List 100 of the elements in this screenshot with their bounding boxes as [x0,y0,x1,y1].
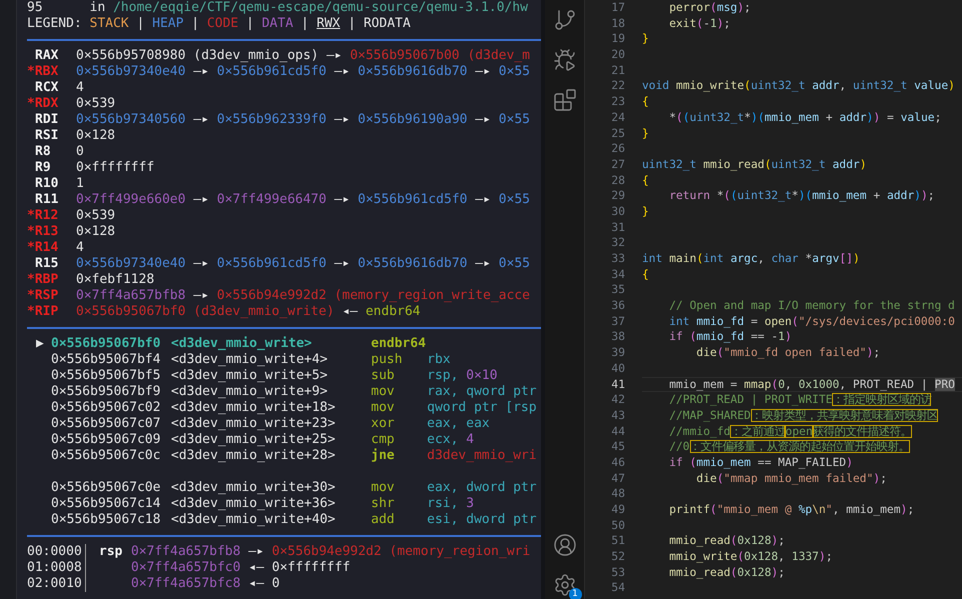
code-line: void mmio_write(uint32_t addr, uint32_t value) [642,78,956,94]
source-control-icon[interactable] [552,8,576,32]
code-line: perror(msg); [668,0,752,16]
register-value: 0×7ff4a657bfb8 —▸ 0×556b94e992d2 (memory_region_write_acce [76,288,530,304]
line-number: 31 [610,220,625,236]
line-number: 34 [610,266,625,282]
code-line: { [642,94,650,110]
register-value: 0×556b95067bf0 (d3dev_mmio_write) ◂— endbr64 [76,304,420,320]
register-value: 0×556b97340e40 —▸ 0×556b961cd5f0 —▸ 0×556b9616db70 —▸ 0×55 [76,64,530,80]
register-value: 0×febf1128 [76,272,154,288]
account-icon[interactable] [552,533,576,557]
register-value: 0×556b97340560 —▸ 0×556b962339f0 —▸ 0×556b96190a90 —▸ 0×55 [76,112,530,128]
line-number: 46 [610,454,625,471]
instruction-symbol: <d3dev_mmio_write+9> [171,384,329,400]
register-name: *RBP [27,272,60,288]
register-name: *R13 [27,224,60,240]
line-number: 36 [610,298,625,314]
register-value: 0×539 [76,96,116,112]
instruction-mnemonic: xor [371,416,396,432]
code-line: //0：文件偏移量，从资源的起始位置开始映射。 [668,439,911,455]
code-line: if (mmio_mem == MAP_FAILED) [668,454,854,471]
register-name: R8 [34,144,52,160]
register-name: R10 [34,176,60,192]
line-number: 42 [610,392,625,408]
line-number: 17 [610,0,625,16]
line-number: 38 [610,329,625,346]
instruction-address: 0×556b95067c18 [51,512,162,528]
stack-offset: 01:0008 [27,560,86,576]
line-number: 29 [610,188,625,204]
code-line: int mmio_fd = open("/sys/devices/pci0000:0 [668,314,956,330]
code-line: { [642,266,650,282]
instruction-address: 0×556b95067bf0 [51,336,162,352]
register-name: *R14 [27,240,60,256]
line-number: 50 [610,518,625,534]
instruction-address: 0×556b95067c0e [51,480,162,496]
instruction-address: 0×556b95067bf4 [51,352,162,368]
instruction-address: 0×556b95067c02 [51,400,162,416]
instruction-operands: rax, qword ptr [427,384,537,400]
instruction-mnemonic: mov [371,400,396,416]
register-value: 0×556b95708980 (d3dev_mmio_ops) —▸ 0×556b95067b00 (d3dev_m [76,48,530,64]
code-line: *((uint32_t*)(mmio_mem + addr)) = value; [668,110,942,126]
notification-badge: 1 [568,588,582,599]
register-value: 0×539 [76,208,116,224]
run-debug-icon[interactable] [552,48,576,72]
instruction-operands: qword ptr [rsp [427,400,537,416]
code-line: } [642,126,650,142]
register-value: 0×128 [76,224,116,240]
line-number: 37 [610,314,625,330]
line-number: 48 [610,486,625,502]
stack-value: 0×7ff4a657bfb8 —▸ 0×556b94e992d2 (memory_region_wri [131,544,530,560]
instruction-operands: esi, dword ptr [427,512,537,528]
line-number: 45 [610,439,625,455]
line-number: 52 [610,549,625,565]
line-number: 54 [610,580,625,596]
register-value: 0×7ff499e660e0 —▸ 0×7ff499e66470 —▸ 0×556b961cd5f0 —▸ 0×55 [76,192,530,208]
stack-value: 0×7ff4a657bfc0 ◂— 0×ffffffff [131,560,350,576]
instruction-operands: rbx [427,352,450,368]
code-line: //MAP_SHARED：映射类型，共享映射意味着对映射区 [668,408,939,424]
register-name: *RBX [27,64,60,80]
line-number: 24 [610,110,625,126]
code-line: if (mmio_fd == -1) [668,329,793,346]
instruction-address: 0×556b95067c07 [51,416,162,432]
color-legend: LEGEND: STACK | HEAP | CODE | DATA | RWX | RODATA [27,16,411,32]
register-name: RDI [34,112,60,128]
line-number: 51 [610,533,625,550]
instruction-symbol: <d3dev_mmio_write+25> [171,432,336,448]
register-value: 4 [76,80,84,96]
settings-icon[interactable] [552,573,576,597]
instruction-address: 0×556b95067c14 [51,496,162,512]
instruction-symbol: <d3dev_mmio_write> [171,336,313,352]
line-number: 22 [610,78,625,94]
line-number: 26 [610,141,625,157]
code-line: printf("mmio_mem @ %p\n", mmio_mem); [668,502,916,518]
source-location-line: 95 in /home/eqqie/CTF/qemu-escape/qemu-source/qemu-3.1.0/hw [27,0,528,16]
instruction-symbol: <d3dev_mmio_write+23> [171,416,336,432]
code-line: die("mmio_fd open failed"); [695,345,882,361]
instruction-operands: d3dev_mmio_wri [427,448,537,464]
line-number: 44 [610,424,625,440]
instruction-mnemonic: mov [371,384,396,400]
instruction-operands: eax, eax [427,416,490,432]
instruction-operands: ecx, 4 [427,432,474,448]
line-number: 27 [610,156,625,173]
instruction-mnemonic: add [371,512,396,528]
extensions-icon[interactable] [552,88,576,112]
instruction-operands: rsi, 3 [427,496,474,512]
instruction-symbol: <d3dev_mmio_write+28> [171,448,336,464]
code-line: // Open and map I/O memory for the strng d [668,298,956,314]
code-line: mmio_write(0x128, 1337); [668,549,834,565]
register-name: R11 [34,192,60,208]
line-number: 25 [610,126,625,142]
line-number: 53 [610,564,625,580]
code-line: { [642,172,650,188]
instruction-mnemonic: jne [371,448,396,464]
code-line: exit(-1); [668,16,732,32]
register-name: RAX [34,48,60,64]
register-value: 0×556b97340e40 —▸ 0×556b961cd5f0 —▸ 0×556b9616db70 —▸ 0×55 [76,256,530,272]
register-name: RSI [34,128,60,144]
code-line: mmio_read(0x128); [668,533,786,550]
instruction-symbol: <d3dev_mmio_write+18> [171,400,336,416]
line-number: 23 [610,94,625,110]
